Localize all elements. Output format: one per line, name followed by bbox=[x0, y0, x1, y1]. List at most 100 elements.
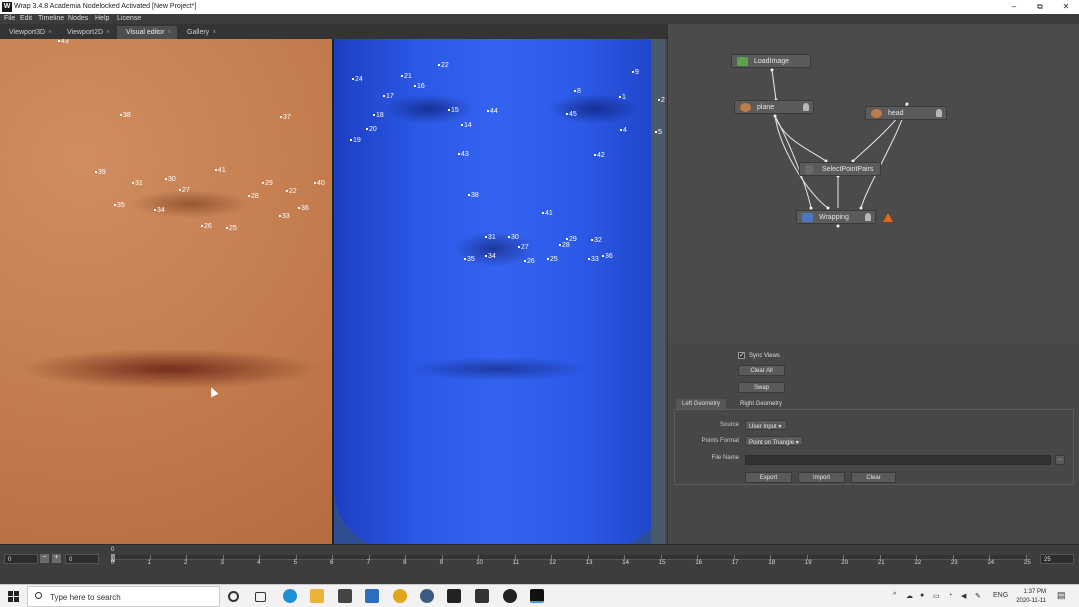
landmark-point[interactable]: 27 bbox=[518, 244, 529, 252]
landmark-point[interactable]: 43 bbox=[458, 151, 469, 159]
landmark-point[interactable]: 41 bbox=[215, 167, 226, 175]
node-head[interactable]: head bbox=[865, 106, 947, 120]
current-frame-field[interactable]: 0 bbox=[65, 554, 99, 564]
landmark-point[interactable]: 33 bbox=[588, 256, 599, 264]
end-frame-field[interactable]: 25 bbox=[1040, 554, 1074, 564]
landmark-point[interactable]: 38 bbox=[468, 192, 479, 200]
tab-close-icon[interactable]: × bbox=[212, 29, 216, 36]
swap-button[interactable]: Swap bbox=[738, 382, 785, 393]
tab-viewport2d[interactable]: Viewport2D × bbox=[58, 26, 115, 39]
language-indicator[interactable]: ENG bbox=[993, 592, 1008, 599]
node-load-image[interactable]: LoadImage bbox=[731, 54, 811, 68]
tab-close-icon[interactable]: × bbox=[106, 29, 110, 36]
node-plane[interactable]: plane bbox=[734, 100, 814, 114]
landmark-point[interactable]: 18 bbox=[373, 112, 384, 120]
landmark-point[interactable]: 20 bbox=[366, 126, 377, 134]
pen-icon[interactable]: ✎ bbox=[975, 592, 981, 600]
store-icon[interactable] bbox=[338, 589, 352, 603]
increment-button[interactable]: + bbox=[52, 554, 61, 563]
menu-license[interactable]: License bbox=[117, 15, 141, 22]
landmark-point[interactable]: 40 bbox=[314, 180, 325, 188]
visibility-bulb-icon[interactable] bbox=[803, 103, 809, 111]
system-clock[interactable]: 1:37 PM 2020-11-11 bbox=[1012, 588, 1046, 606]
landmark-point[interactable]: 41 bbox=[542, 210, 553, 218]
menu-timeline[interactable]: Timeline bbox=[38, 15, 64, 22]
landmark-point[interactable]: 16 bbox=[414, 83, 425, 91]
taskbar-search[interactable]: Type here to search bbox=[27, 586, 220, 607]
landmark-point[interactable]: 26 bbox=[524, 258, 535, 266]
landmark-point[interactable]: 21 bbox=[401, 73, 412, 81]
landmark-point[interactable]: 35 bbox=[114, 202, 125, 210]
menu-file[interactable]: File bbox=[4, 15, 15, 22]
tab-close-icon[interactable]: × bbox=[48, 29, 52, 36]
points-format-select[interactable]: Point on Triangle ▾ bbox=[745, 436, 803, 446]
import-button[interactable]: Import bbox=[798, 472, 845, 483]
node-select-point-pairs[interactable]: SelectPointPairs bbox=[799, 162, 881, 176]
minimize-button[interactable]: – bbox=[1001, 0, 1027, 14]
right-geometry-viewport[interactable]: 22 9 24 21 16 8 1 2 17 18 15 44 45 20 14… bbox=[334, 39, 665, 544]
landmark-point[interactable]: 28 bbox=[559, 242, 570, 250]
decrement-button[interactable]: − bbox=[40, 554, 49, 563]
landmark-point[interactable]: 26 bbox=[201, 223, 212, 231]
landmark-point[interactable]: 25 bbox=[226, 225, 237, 233]
clear-button[interactable]: Clear bbox=[851, 472, 896, 483]
landmark-point[interactable]: 34 bbox=[154, 207, 165, 215]
terminal-icon[interactable] bbox=[447, 589, 461, 603]
visibility-bulb-icon[interactable] bbox=[865, 213, 871, 221]
windows-start-icon[interactable] bbox=[8, 591, 19, 602]
landmark-point[interactable]: 34 bbox=[485, 253, 496, 261]
sync-views-checkbox[interactable]: ✓ bbox=[738, 352, 745, 359]
landmark-point[interactable]: 29 bbox=[262, 180, 273, 188]
landmark-point[interactable]: 38 bbox=[120, 112, 131, 120]
battery-icon[interactable]: ▭ bbox=[933, 592, 940, 600]
landmark-point[interactable]: 35 bbox=[464, 256, 475, 264]
menu-nodes[interactable]: Nodes bbox=[68, 15, 88, 22]
landmark-point[interactable]: 24 bbox=[352, 76, 363, 84]
volume-icon[interactable]: ◀ bbox=[961, 592, 966, 600]
landmark-point[interactable]: 37 bbox=[280, 114, 291, 122]
file-explorer-icon[interactable] bbox=[310, 589, 324, 603]
cortana-icon[interactable] bbox=[228, 591, 239, 602]
landmark-point[interactable]: 4 bbox=[620, 127, 627, 135]
menu-help[interactable]: Help bbox=[95, 15, 109, 22]
warning-icon[interactable] bbox=[883, 213, 893, 222]
tab-visual-editor[interactable]: Visual editor × bbox=[117, 26, 177, 39]
microphone-icon[interactable]: ● bbox=[920, 592, 924, 599]
clear-all-button[interactable]: Clear All bbox=[738, 365, 785, 376]
landmark-point[interactable]: 36 bbox=[602, 253, 613, 261]
tab-close-icon[interactable]: × bbox=[167, 29, 171, 36]
landmark-point[interactable]: 31 bbox=[485, 234, 496, 242]
source-select[interactable]: User Input ▾ bbox=[745, 420, 787, 430]
landmark-point[interactable]: 2 bbox=[658, 97, 665, 105]
landmark-point[interactable]: 33 bbox=[279, 213, 290, 221]
node-wrapping[interactable]: Wrapping bbox=[796, 210, 876, 224]
task-view-icon[interactable] bbox=[255, 592, 266, 602]
landmark-point[interactable]: 36 bbox=[298, 205, 309, 213]
restore-button[interactable]: ⧉ bbox=[1027, 0, 1053, 14]
app-icon-dark[interactable] bbox=[475, 589, 489, 603]
landmark-point[interactable]: 19 bbox=[350, 137, 361, 145]
landmark-point[interactable]: 31 bbox=[132, 180, 143, 188]
landmark-point[interactable]: 28 bbox=[248, 193, 259, 201]
browse-button[interactable]: ... bbox=[1055, 455, 1065, 465]
landmark-point[interactable]: 22 bbox=[286, 188, 297, 196]
landmark-point[interactable]: 22 bbox=[438, 62, 449, 70]
landmark-point[interactable]: 25 bbox=[547, 256, 558, 264]
landmark-point[interactable]: 15 bbox=[448, 107, 459, 115]
close-button[interactable]: ✕ bbox=[1053, 0, 1079, 14]
left-texture-viewport[interactable]: 43 38 37 39 31 30 27 41 29 22 40 35 34 2… bbox=[0, 39, 332, 544]
landmark-point[interactable]: 45 bbox=[566, 111, 577, 119]
landmark-point[interactable]: 44 bbox=[487, 108, 498, 116]
edge-icon[interactable] bbox=[283, 589, 297, 603]
landmark-point[interactable]: 5 bbox=[655, 129, 662, 137]
menu-edit[interactable]: Edit bbox=[20, 15, 32, 22]
landmark-point[interactable]: 17 bbox=[383, 93, 394, 101]
mail-icon[interactable] bbox=[365, 589, 379, 603]
landmark-point[interactable]: 27 bbox=[179, 187, 190, 195]
app-icon-blue[interactable] bbox=[420, 589, 434, 603]
landmark-point[interactable]: 30 bbox=[508, 234, 519, 242]
wrap-taskbar-icon[interactable] bbox=[530, 589, 544, 603]
onedrive-icon[interactable]: ☁ bbox=[906, 592, 913, 600]
app-icon-round[interactable] bbox=[503, 589, 517, 603]
file-name-input[interactable] bbox=[745, 455, 1051, 465]
